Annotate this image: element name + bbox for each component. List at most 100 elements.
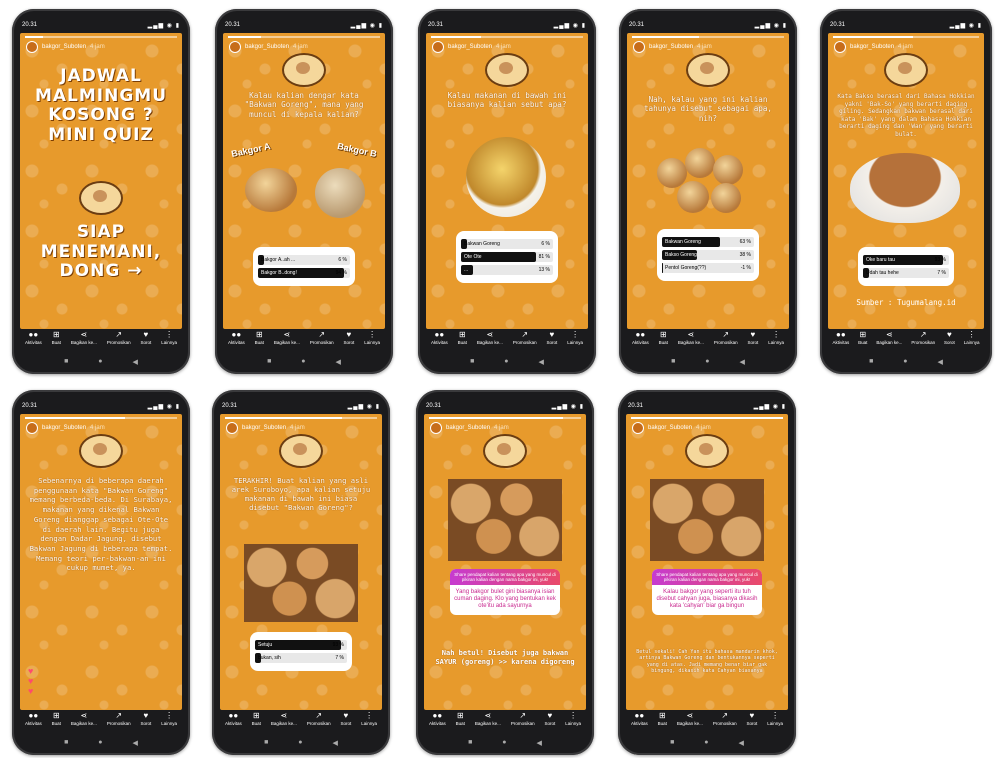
create-button[interactable]: ⊞ Buat xyxy=(658,711,667,726)
home-icon[interactable]: ● xyxy=(705,358,709,368)
recents-icon[interactable]: ■ xyxy=(670,739,674,749)
story-username[interactable]: bakgor_Suboten xyxy=(42,44,86,50)
promote-button[interactable]: ↗ Promosikan xyxy=(713,711,737,726)
story-header[interactable]: bakgor_Suboten 4 jam xyxy=(632,422,711,434)
avatar[interactable] xyxy=(632,422,644,434)
activity-button[interactable]: ●● Aktivitas xyxy=(225,711,242,726)
more-button[interactable]: ⋮ Lainnya xyxy=(567,330,583,345)
home-icon[interactable]: ● xyxy=(903,358,907,368)
avatar[interactable] xyxy=(430,422,442,434)
activity-button[interactable]: ●● Aktivitas xyxy=(25,330,42,345)
more-button[interactable]: ⋮ Lainnya xyxy=(565,711,581,726)
avatar[interactable] xyxy=(633,41,645,53)
promote-button[interactable]: ↗ Promosikan xyxy=(714,330,738,345)
back-icon[interactable]: ◀ xyxy=(333,739,338,749)
back-icon[interactable]: ◀ xyxy=(336,358,341,368)
poll-option-3[interactable]: ... 13 % xyxy=(461,265,553,275)
story-screen[interactable]: bakgor_Suboten 4 jam TERAKHIR! Buat kali… xyxy=(220,414,382,710)
activity-button[interactable]: ●● Aktivitas xyxy=(631,711,648,726)
story-header[interactable]: bakgor_Suboten 4 jam xyxy=(26,41,105,53)
create-button[interactable]: ⊞ Buat xyxy=(252,711,261,726)
highlight-button[interactable]: ♥ Sorot xyxy=(141,711,152,726)
story-header[interactable]: bakgor_Suboten 4 jam xyxy=(26,422,105,434)
poll-option-2[interactable]: Udah tau hehe 7 % xyxy=(863,268,949,278)
share-button[interactable]: ⋖ Bagikan ke... xyxy=(477,330,503,345)
promote-button[interactable]: ↗ Promosikan xyxy=(513,330,537,345)
home-icon[interactable]: ● xyxy=(98,358,102,368)
poll-option-1[interactable]: Bakgor A..ah ... 6 % xyxy=(258,255,350,265)
highlight-button[interactable]: ♥ Sorot xyxy=(748,330,759,345)
share-button[interactable]: ⋖ Bagikan ke... xyxy=(71,711,97,726)
share-button[interactable]: ⋖ Bagikan ke... xyxy=(274,330,300,345)
story-header[interactable]: bakgor_Suboten 4 jam xyxy=(432,41,511,53)
recents-icon[interactable]: ■ xyxy=(468,739,472,749)
create-button[interactable]: ⊞ Buat xyxy=(659,330,668,345)
story-screen[interactable]: bakgor_Suboten 4 jam Kalau kalian dengar… xyxy=(223,33,385,329)
story-username[interactable]: bakgor_Suboten xyxy=(42,425,86,431)
more-button[interactable]: ⋮ Lainnya xyxy=(161,330,177,345)
more-button[interactable]: ⋮ Lainnya xyxy=(361,711,377,726)
story-header[interactable]: bakgor_Suboten 4 jam xyxy=(430,422,509,434)
more-button[interactable]: ⋮ Lainnya xyxy=(364,330,380,345)
recents-icon[interactable]: ■ xyxy=(267,358,271,368)
recents-icon[interactable]: ■ xyxy=(671,358,675,368)
create-button[interactable]: ⊞ Buat xyxy=(858,330,867,345)
back-icon[interactable]: ◀ xyxy=(539,358,544,368)
more-button[interactable]: ⋮ Lainnya xyxy=(161,711,177,726)
poll-option-2[interactable]: Ote Ote 81 % xyxy=(461,252,553,262)
story-screen[interactable]: bakgor_Suboten 4 jam Sebenarnya di beber… xyxy=(20,414,182,710)
story-screen[interactable]: bakgor_Suboten 4 jam Kalau makanan di ba… xyxy=(426,33,588,329)
poll-option-1[interactable]: Bakwan Goreng 63 % xyxy=(662,237,754,247)
more-button[interactable]: ⋮ Lainnya xyxy=(767,711,783,726)
avatar[interactable] xyxy=(26,41,38,53)
more-button[interactable]: ⋮ Lainnya xyxy=(768,330,784,345)
highlight-button[interactable]: ♥ Sorot xyxy=(341,711,352,726)
avatar[interactable] xyxy=(226,422,238,434)
recents-icon[interactable]: ■ xyxy=(264,739,268,749)
recents-icon[interactable]: ■ xyxy=(869,358,873,368)
share-button[interactable]: ⋖ Bagikan ke... xyxy=(678,330,704,345)
promote-button[interactable]: ↗ Promosikan xyxy=(310,330,334,345)
story-username[interactable]: bakgor_Suboten xyxy=(649,44,693,50)
activity-button[interactable]: ●● Aktivitas xyxy=(832,330,849,345)
highlight-button[interactable]: ♥ Sorot xyxy=(344,330,355,345)
highlight-button[interactable]: ♥ Sorot xyxy=(141,330,152,345)
create-button[interactable]: ⊞ Buat xyxy=(52,330,61,345)
activity-button[interactable]: ●● Aktivitas xyxy=(632,330,649,345)
create-button[interactable]: ⊞ Buat xyxy=(456,711,465,726)
poll-option-2[interactable]: Bakgor B..dong! 94 % xyxy=(258,268,350,278)
poll-option-2[interactable]: bukan, sih 7 % xyxy=(255,653,347,663)
story-username[interactable]: bakgor_Suboten xyxy=(648,425,692,431)
avatar[interactable] xyxy=(26,422,38,434)
story-screen[interactable]: bakgor_Suboten 4 jam Share pendapat kali… xyxy=(424,414,586,710)
home-icon[interactable]: ● xyxy=(98,739,102,749)
story-header[interactable]: bakgor_Suboten 4 jam xyxy=(229,41,308,53)
share-button[interactable]: ⋖ Bagikan ke... xyxy=(677,711,703,726)
story-username[interactable]: bakgor_Suboten xyxy=(850,44,894,50)
more-button[interactable]: ⋮ Lainnya xyxy=(964,330,980,345)
promote-button[interactable]: ↗ Promosikan xyxy=(107,711,131,726)
recents-icon[interactable]: ■ xyxy=(470,358,474,368)
home-icon[interactable]: ● xyxy=(704,739,708,749)
highlight-button[interactable]: ♥ Sorot xyxy=(944,330,955,345)
highlight-button[interactable]: ♥ Sorot xyxy=(545,711,556,726)
question-sticker[interactable]: Share pendapat kalian tentang apa yang m… xyxy=(652,569,762,615)
story-username[interactable]: bakgor_Suboten xyxy=(245,44,289,50)
back-icon[interactable]: ◀ xyxy=(739,739,744,749)
promote-button[interactable]: ↗ Promosikan xyxy=(511,711,535,726)
home-icon[interactable]: ● xyxy=(502,739,506,749)
back-icon[interactable]: ◀ xyxy=(537,739,542,749)
share-button[interactable]: ⋖ Bagikan ke... xyxy=(876,330,902,345)
create-button[interactable]: ⊞ Buat xyxy=(458,330,467,345)
story-header[interactable]: bakgor_Suboten 4 jam xyxy=(633,41,712,53)
story-screen[interactable]: bakgor_Suboten 4 jam Kata Bakso berasal … xyxy=(828,33,984,329)
promote-button[interactable]: ↗ Promosikan xyxy=(911,330,935,345)
highlight-button[interactable]: ♥ Sorot xyxy=(747,711,758,726)
poll-option-2[interactable]: Bakso Goreng 38 % xyxy=(662,250,754,260)
story-header[interactable]: bakgor_Suboten 4 jam xyxy=(834,41,913,53)
back-icon[interactable]: ◀ xyxy=(740,358,745,368)
activity-button[interactable]: ●● Aktivitas xyxy=(228,330,245,345)
promote-button[interactable]: ↗ Promosikan xyxy=(107,330,131,345)
recents-icon[interactable]: ■ xyxy=(64,739,68,749)
home-icon[interactable]: ● xyxy=(298,739,302,749)
